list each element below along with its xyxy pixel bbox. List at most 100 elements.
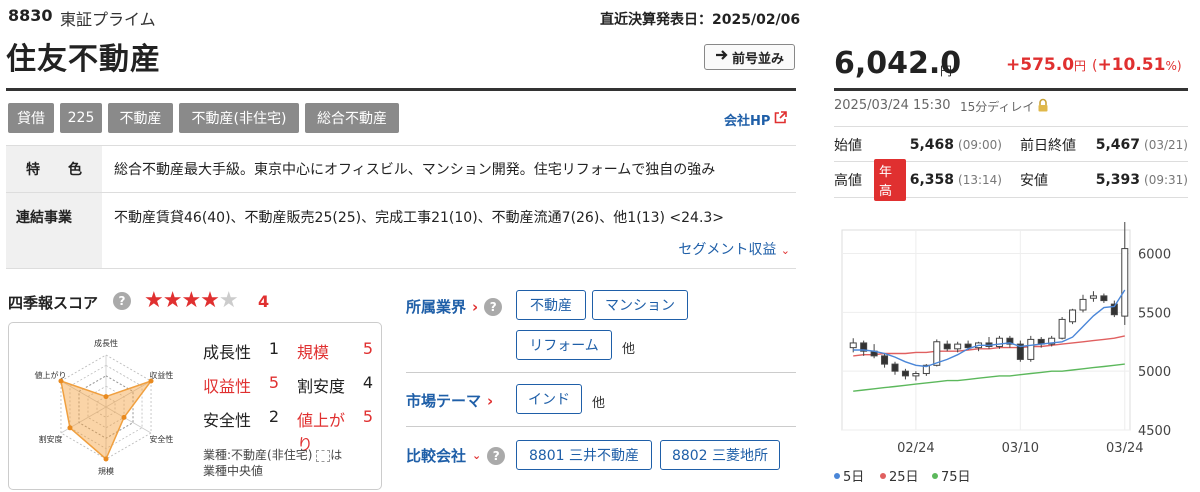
help-icon[interactable]: ? [487,446,506,465]
candle-body [1100,295,1108,302]
lock-icon [1036,98,1050,115]
score-box: 成長性 収益性 安全性 規模 割安度 値上がり 成長性 1 規模 5 収益性 5 割安度 4 安全… [8,322,382,490]
score-pair-1: 成長性 1 規模 5 [203,339,373,363]
compare-chip[interactable]: 8801 三井不動産 [516,440,652,470]
theme-other-link[interactable]: 他 [592,392,605,411]
legend-dot [834,472,840,479]
company-hp-label: 会社HP [724,114,771,129]
industry-other-link[interactable]: 他 [622,338,635,357]
prev-issue-label: 前号並み [731,51,784,67]
stars-empty: ★ [218,288,239,313]
industry-chip[interactable]: マンション [592,290,688,320]
open-label: 始値 [834,138,862,154]
candle-body [1058,318,1066,339]
candle-body [901,370,909,377]
prev-close-value: 5,467 [1095,137,1141,153]
legend-label: 25日 [889,470,919,485]
chart-frame [841,229,1131,431]
price-change: +575.0円 (+10.51%) [1006,55,1182,75]
radar-label: 成長性 [94,338,118,348]
legend-label: 75日 [941,470,971,485]
candle-body [1079,298,1087,311]
prev-close-time: (03/21) [1144,138,1188,152]
change-unit: 円 [1074,59,1087,73]
change-value: +575.0 [1006,55,1075,75]
radar-chart: 成長性収益性安全性規模 割安度 値上がり [35,338,174,476]
candle-body [1027,338,1035,360]
financial-date: 直近決算発表日：2025/02/06 [600,12,801,28]
compare-heading[interactable]: 比較会社 ⌄ ? [406,445,506,466]
candle-body [891,363,899,372]
prev-close-cell: 5,467 (03/21) [1095,127,1188,163]
theme-chip[interactable]: インド [516,384,582,414]
note-industry: 業種:不動産(非住宅) [203,448,313,462]
compare-chip[interactable]: 8802 三菱地所 [660,440,780,470]
open-value-cell: 5,468 (09:00) [910,127,1002,163]
help-icon[interactable]: ? [484,297,503,316]
legend-ma25: 25日 [880,466,919,485]
stock-code: 8830 [8,6,53,25]
legend-label: 5日 [843,470,865,485]
feature-text: 総合不動産最大手級。東京中心にオフィスビル、マンション開発。住宅リフォームで独自… [114,162,716,178]
help-icon[interactable]: ? [113,292,131,310]
change-pct: +10.51 [1097,55,1166,75]
industry-chip[interactable]: 不動産 [516,290,586,320]
score-value: 1 [268,339,279,358]
company-hp-link[interactable]: 会社HP [724,110,788,129]
radar-point [103,456,109,462]
score-profit: 収益性 5 [203,373,279,397]
radar-point [67,425,73,431]
low-value: 5,393 [1095,172,1141,188]
score-growth: 成長性 1 [203,339,279,363]
note-suffix: は [330,448,343,462]
candle-body [1089,295,1097,299]
median-swatch [316,449,331,462]
theme-heading[interactable]: 市場テーマ › [406,390,493,411]
score-label: 割安度 [297,377,346,396]
score-title: 四季報スコア [8,294,99,312]
legend-dot [880,472,886,479]
prev-close-label: 前日終値 [1020,138,1076,154]
section-divider [406,372,796,373]
score-label: 成長性 [203,343,252,362]
tag-real-estate[interactable]: 不動産 [108,103,173,133]
feature-label-2: 色 [68,162,82,178]
tag-general-real-estate[interactable]: 総合不動産 [305,103,399,133]
score-label: 規模 [297,343,330,362]
company-name: 住友不動産 [6,42,161,77]
chevron-right-icon: › [472,297,479,316]
candle-body [1121,248,1129,317]
segment-revenue-link[interactable]: セグメント収益 ⌄ [678,239,790,259]
radar-label: 安全性 [149,434,173,444]
low-time: (09:31) [1144,173,1188,187]
x-tick-label: 02/24 [897,441,934,456]
score-value-cheap: 割安度 4 [297,373,373,397]
business-header: 連結事業 [6,193,102,268]
price-chart[interactable]: 6000 5500 5000 4500 02/24 03/10 03/24 [834,222,1188,462]
high-time: (13:14) [958,173,1002,187]
candle-body [912,373,920,377]
y-tick-label: 6000 [1138,248,1171,263]
tag-nikkei225[interactable]: 225 [60,103,102,133]
score-label: 収益性 [203,377,252,396]
prev-issue-button[interactable]: 前号並み [704,44,795,70]
score-note: 業種:不動産(非住宅) は 業種中央値 [203,447,373,479]
feature-label-1: 特 [26,162,40,178]
tag-lending[interactable]: 貸借 [8,103,54,133]
year-high-badge: 年高 [874,159,906,201]
candle-body [954,343,962,350]
legend-ma5: 5日 [834,466,864,485]
x-tick-label: 03/10 [1002,441,1039,456]
tag-non-residential[interactable]: 不動産(非住宅) [179,103,299,133]
price-timestamp: 2025/03/24 15:30 [834,98,951,113]
industry-chip[interactable]: リフォーム [516,330,612,360]
market-name: 東証プライム [60,10,156,29]
price-unit: 円 [940,64,953,78]
radar-label: 値上がり [35,370,67,380]
delay-label: 15分ディレイ [960,100,1035,114]
industry-heading[interactable]: 所属業界 › ? [406,296,503,317]
radar-label: 収益性 [149,370,173,380]
note-median: 業種中央値 [203,464,264,478]
arrow-right-icon [715,49,729,65]
high-value-cell: 年高 6,358 (13:14) [874,159,1002,201]
